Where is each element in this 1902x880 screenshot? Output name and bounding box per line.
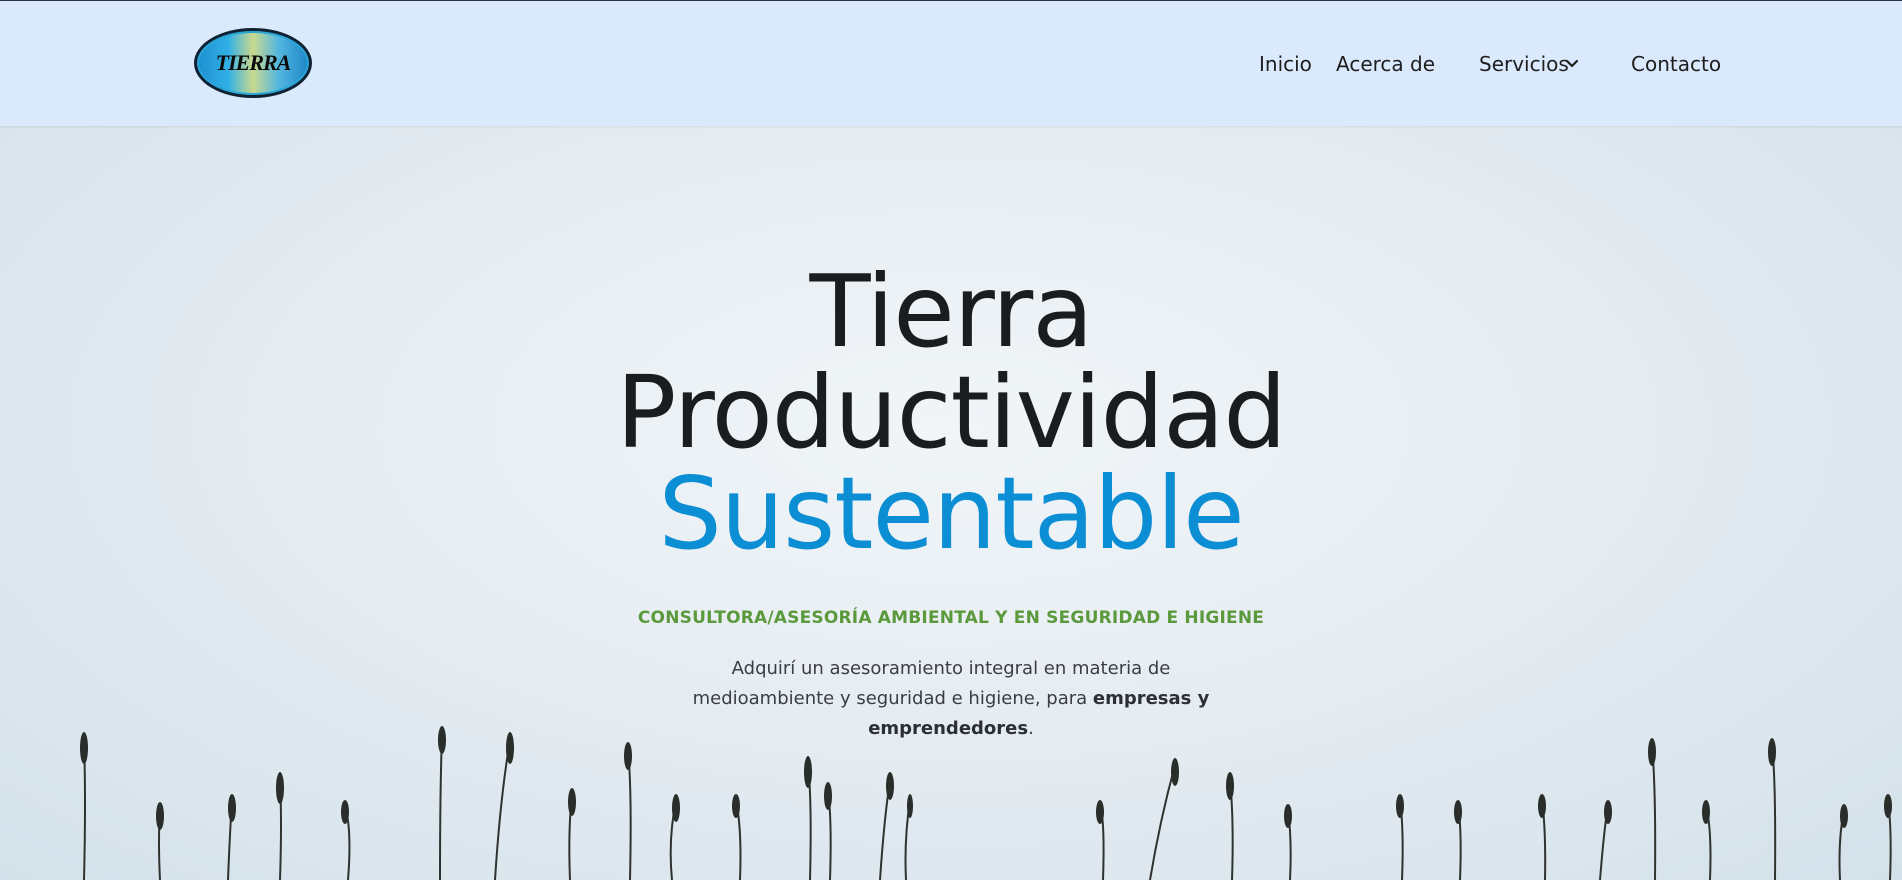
nav-acerca-de[interactable]: Acerca de (1336, 52, 1435, 76)
grass-silhouette-icon (80, 726, 1892, 880)
hero-title-sustentable: Sustentable (658, 455, 1244, 572)
nav-servicios[interactable]: Servicios (1479, 52, 1569, 76)
logo-text: TIERRA (215, 50, 292, 75)
hero-section: Tierra Productividad Sustentable CONSULT… (0, 126, 1902, 880)
chevron-down-icon[interactable] (1565, 58, 1579, 70)
nav-contacto[interactable]: Contacto (1631, 52, 1721, 76)
tierra-logo[interactable]: TIERRA (194, 28, 312, 98)
top-navbar: TIERRA Inicio Acerca de Servicios Contac… (0, 0, 1902, 126)
nav-inicio[interactable]: Inicio (1259, 52, 1312, 76)
hero-subtitle: CONSULTORA/ASESORÍA AMBIENTAL Y EN SEGUR… (637, 608, 1265, 628)
hero-title-tierra: Tierra (809, 253, 1093, 370)
hero-title-productividad: Productividad (616, 354, 1287, 471)
